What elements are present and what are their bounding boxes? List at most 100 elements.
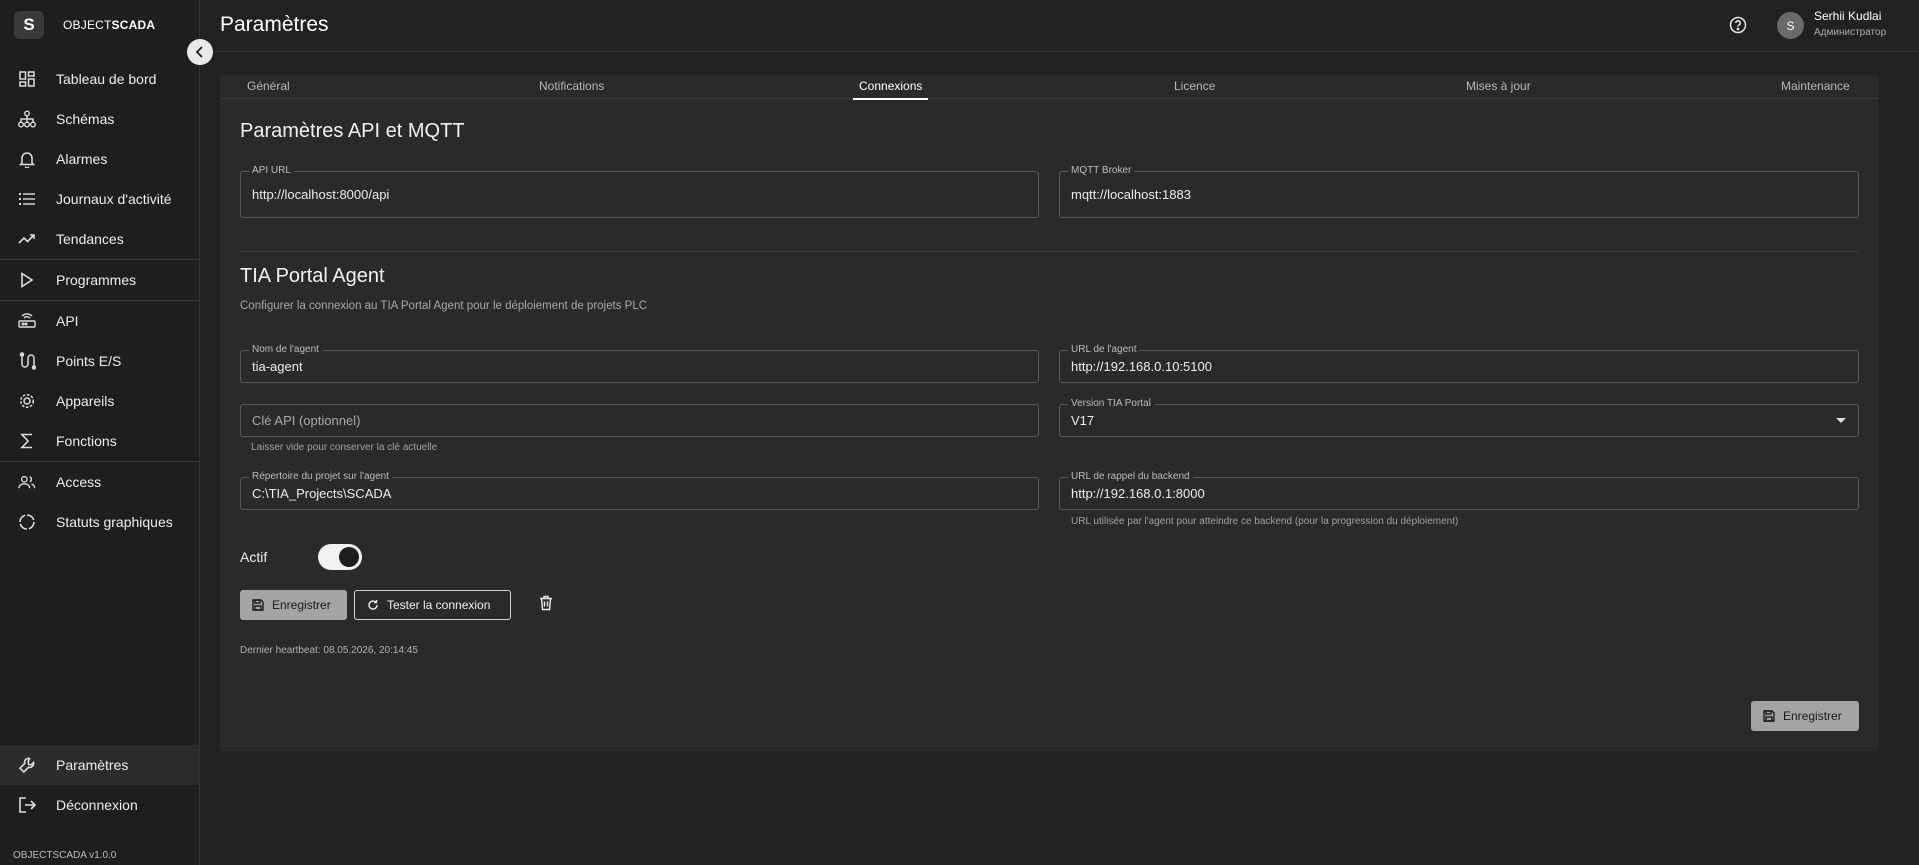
agent-name-field[interactable]: Nom de l'agent (240, 344, 1039, 383)
toggle-knob (339, 547, 359, 567)
tab-updates[interactable]: Mises à jour (1466, 79, 1531, 99)
bell-icon (18, 150, 36, 168)
sidebar-item-dashboard[interactable]: Tableau de bord (0, 59, 199, 99)
user-role: Администратор (1814, 27, 1887, 38)
refresh-icon (368, 600, 378, 610)
agent-name-input[interactable] (252, 351, 1027, 382)
sidebar-item-programs[interactable]: Programmes (0, 260, 199, 300)
sidebar-item-label: API (56, 313, 79, 329)
sidebar-item-access[interactable]: Access (0, 462, 199, 502)
sidebar-collapse-button[interactable] (187, 39, 213, 65)
mqtt-broker-input[interactable] (1071, 172, 1847, 217)
test-connection-label: Tester la connexion (387, 598, 491, 612)
caret-down-icon (1836, 418, 1846, 423)
api-section-title: Paramètres API et MQTT (240, 120, 465, 142)
settings-card: Général Notifications Connexions Licence… (220, 75, 1879, 751)
sidebar-item-schemas[interactable]: Schémas (0, 99, 199, 139)
logout-icon (18, 796, 36, 814)
sidebar-item-label: Fonctions (56, 433, 117, 449)
sidebar-item-graphic-status[interactable]: Statuts graphiques (0, 502, 199, 542)
users-icon (18, 473, 36, 491)
agent-url-input[interactable] (1071, 351, 1847, 382)
callback-url-input[interactable] (1071, 478, 1847, 509)
help-button[interactable] (1729, 16, 1747, 34)
sidebar-item-settings[interactable]: Paramètres (0, 745, 199, 785)
agent-url-field[interactable]: URL de l'agent (1059, 344, 1859, 383)
sidebar-item-devices[interactable]: Appareils (0, 381, 199, 421)
delete-button[interactable] (539, 595, 555, 613)
page-title: Paramètres (220, 13, 329, 36)
footer-save-button[interactable]: Enregistrer (1751, 701, 1859, 731)
api-key-input[interactable] (252, 405, 1027, 436)
select-value: V17 (1071, 413, 1095, 428)
tab-general[interactable]: Général (247, 79, 290, 99)
last-heartbeat: Dernier heartbeat: 08.05.2026, 20:14:45 (240, 645, 418, 656)
project-dir-input[interactable] (252, 478, 1027, 509)
brand[interactable]: S OBJECTSCADA (14, 11, 155, 39)
hierarchy-icon (18, 110, 36, 128)
sidebar-item-label: Tendances (56, 231, 124, 247)
active-label: Actif (240, 549, 268, 565)
tia-section-title: TIA Portal Agent (240, 265, 385, 287)
sidebar-item-logout[interactable]: Déconnexion (0, 785, 199, 825)
sidebar-item-label: Alarmes (56, 151, 108, 167)
trash-icon (540, 595, 552, 611)
callback-url-helper: URL utilisée par l'agent pour atteindre … (1071, 516, 1459, 527)
tia-version-select[interactable]: Version TIA Portal V17 (1059, 398, 1859, 437)
help-icon (1729, 16, 1747, 34)
app-version: OBJECTSCADA v1.0.0 (13, 850, 117, 861)
sidebar-item-label: Schémas (56, 111, 115, 127)
sidebar: S OBJECTSCADA Tableau de bord Schémas Al… (0, 0, 200, 865)
circle-status-icon (18, 513, 36, 531)
project-dir-field[interactable]: Répertoire du projet sur l'agent (240, 471, 1039, 510)
sidebar-item-label: Déconnexion (56, 797, 138, 813)
gear-icon (18, 392, 36, 410)
save-button[interactable]: Enregistrer (240, 590, 347, 620)
io-points-icon (18, 352, 36, 370)
avatar[interactable]: S (1777, 12, 1804, 39)
sigma-icon (18, 432, 36, 450)
api-key-field[interactable] (240, 404, 1039, 437)
brand-name: OBJECTSCADA (63, 18, 156, 32)
sidebar-item-label: Points E/S (56, 353, 122, 369)
list-icon (18, 190, 36, 208)
sidebar-item-trends[interactable]: Tendances (0, 219, 199, 259)
footer-save-label: Enregistrer (1783, 709, 1842, 723)
sidebar-item-label: Statuts graphiques (56, 514, 173, 530)
sidebar-bottom-nav: Paramètres Déconnexion (0, 745, 199, 825)
save-button-label: Enregistrer (272, 598, 331, 612)
tab-connections[interactable]: Connexions (852, 79, 929, 100)
wrench-icon (18, 756, 36, 774)
active-toggle[interactable] (318, 544, 362, 570)
api-url-field[interactable]: API URL (240, 165, 1039, 218)
sidebar-item-label: Access (56, 474, 102, 490)
top-header: Paramètres S Serhii Kudlai Администратор (200, 0, 1919, 52)
sidebar-item-alarms[interactable]: Alarmes (0, 139, 199, 179)
user-name: Serhii Kudlai (1814, 9, 1882, 23)
callback-url-field[interactable]: URL de rappel du backend (1059, 471, 1859, 510)
sidebar-item-label: Tableau de bord (56, 71, 157, 87)
test-connection-button[interactable]: Tester la connexion (354, 590, 511, 620)
tia-section-subtitle: Configurer la connexion au TIA Portal Ag… (240, 300, 648, 312)
chevron-left-icon (195, 46, 203, 58)
field-label: Version TIA Portal (1068, 398, 1154, 410)
brand-logo: S (14, 11, 44, 39)
section-divider (240, 251, 1859, 252)
sidebar-item-label: Programmes (56, 272, 137, 288)
sidebar-item-label: Paramètres (56, 757, 129, 773)
sidebar-item-label: Journaux d'activité (56, 191, 172, 207)
save-icon (252, 599, 264, 611)
sidebar-item-api[interactable]: API (0, 301, 199, 341)
sidebar-item-io-points[interactable]: Points E/S (0, 341, 199, 381)
api-url-input[interactable] (252, 172, 1027, 217)
tab-license[interactable]: Licence (1174, 79, 1215, 99)
sidebar-nav: Tableau de bord Schémas Alarmes Journaux… (0, 59, 199, 542)
sidebar-item-logs[interactable]: Journaux d'activité (0, 179, 199, 219)
settings-tabs: Général Notifications Connexions Licence… (220, 75, 1879, 100)
sidebar-item-functions[interactable]: Fonctions (0, 421, 199, 461)
tab-notifications[interactable]: Notifications (539, 79, 604, 99)
router-icon (18, 312, 36, 330)
mqtt-broker-field[interactable]: MQTT Broker (1059, 165, 1859, 218)
tab-maintenance[interactable]: Maintenance (1781, 79, 1850, 99)
save-icon (1763, 710, 1775, 722)
